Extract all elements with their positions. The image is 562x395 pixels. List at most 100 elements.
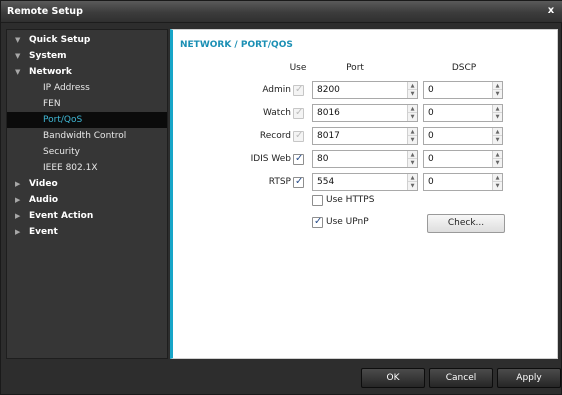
spin-down-icon[interactable]: ▼	[408, 90, 417, 98]
spin-buttons: ▲ ▼	[492, 82, 502, 98]
port-row-label: Admin	[262, 85, 291, 95]
sidebar-item-label: Bandwidth Control	[43, 131, 127, 141]
spin-up-icon[interactable]: ▲	[408, 151, 417, 159]
expanded-arrow-icon[interactable]: ▼	[15, 48, 20, 64]
sidebar-item-ip-address[interactable]: IP Address	[7, 80, 167, 96]
spin-down-icon[interactable]: ▼	[408, 182, 417, 190]
spin-buttons: ▲ ▼	[407, 174, 417, 190]
sidebar-item-fen[interactable]: FEN	[7, 96, 167, 112]
sidebar-item-system[interactable]: ▼ System	[7, 48, 167, 64]
sidebar-item-security[interactable]: Security	[7, 144, 167, 160]
sidebar-item-event[interactable]: ▶ Event	[7, 224, 167, 240]
dscp-value: 0	[428, 108, 434, 118]
spin-up-icon[interactable]: ▲	[408, 105, 417, 113]
spin-up-icon[interactable]: ▲	[493, 151, 502, 159]
port-row: Watch ✓ 8016 ▲ ▼ 0 ▲ ▼	[173, 104, 558, 123]
expanded-arrow-icon[interactable]: ▼	[15, 64, 20, 80]
title-bar: Remote Setup x	[1, 1, 562, 23]
page-title: NETWORK / PORT/QOS	[180, 40, 293, 50]
port-value: 554	[317, 177, 335, 187]
nav-tree: ▼ Quick Setup ▼ System ▼ Network IP Address FEN…	[7, 32, 167, 240]
spin-up-icon[interactable]: ▲	[493, 105, 502, 113]
cancel-button[interactable]: Cancel	[429, 368, 493, 388]
sidebar-item-event-action[interactable]: ▶ Event Action	[7, 208, 167, 224]
port-spinbox[interactable]: 80 ▲ ▼	[312, 150, 418, 168]
port-row-label: IDIS Web	[250, 154, 291, 164]
port-spinbox[interactable]: 8017 ▲ ▼	[312, 127, 418, 145]
spin-up-icon[interactable]: ▲	[408, 128, 417, 136]
collapsed-arrow-icon[interactable]: ▶	[15, 176, 20, 192]
spin-up-icon[interactable]: ▲	[493, 128, 502, 136]
dscp-spinbox[interactable]: 0 ▲ ▼	[423, 81, 503, 99]
spin-buttons: ▲ ▼	[407, 128, 417, 144]
collapsed-arrow-icon[interactable]: ▶	[15, 192, 20, 208]
dscp-value: 0	[428, 85, 434, 95]
use-upnp-option[interactable]: ✓ Use UPnP	[312, 216, 432, 230]
spin-buttons: ▲ ▼	[492, 105, 502, 121]
use-https-checkbox[interactable]	[312, 195, 323, 206]
spin-down-icon[interactable]: ▼	[408, 159, 417, 167]
sidebar-item-quick-setup[interactable]: ▼ Quick Setup	[7, 32, 167, 48]
port-row: Admin ✓ 8200 ▲ ▼ 0 ▲ ▼	[173, 81, 558, 100]
spin-down-icon[interactable]: ▼	[493, 136, 502, 144]
use-checkbox[interactable]: ✓	[293, 176, 304, 188]
sidebar-item-label: Port/QoS	[43, 115, 83, 125]
use-column-header: Use	[289, 63, 307, 73]
collapsed-arrow-icon[interactable]: ▶	[15, 208, 20, 224]
sidebar-item-ieee-802-1x[interactable]: IEEE 802.1X	[7, 160, 167, 176]
port-row-label: Record	[259, 131, 291, 141]
checkmark-icon: ✓	[295, 176, 304, 187]
port-spinbox[interactable]: 8200 ▲ ▼	[312, 81, 418, 99]
dscp-spinbox[interactable]: 0 ▲ ▼	[423, 104, 503, 122]
spin-up-icon[interactable]: ▲	[408, 174, 417, 182]
use-upnp-label: Use UPnP	[326, 217, 369, 227]
spin-down-icon[interactable]: ▼	[408, 113, 417, 121]
port-spinbox[interactable]: 554 ▲ ▼	[312, 173, 418, 191]
ok-button[interactable]: OK	[361, 368, 425, 388]
spin-up-icon[interactable]: ▲	[493, 82, 502, 90]
spin-up-icon[interactable]: ▲	[408, 82, 417, 90]
sidebar-item-audio[interactable]: ▶ Audio	[7, 192, 167, 208]
use-https-option[interactable]: Use HTTPS	[312, 194, 432, 208]
spin-up-icon[interactable]: ▲	[493, 174, 502, 182]
apply-button[interactable]: Apply	[497, 368, 561, 388]
dscp-value: 0	[428, 131, 434, 141]
sidebar-item-port-qos[interactable]: Port/QoS	[7, 112, 167, 128]
sidebar-item-label: FEN	[43, 99, 61, 109]
close-icon[interactable]: x	[545, 5, 557, 17]
port-column-header: Port	[346, 63, 364, 73]
collapsed-arrow-icon[interactable]: ▶	[15, 224, 20, 240]
sidebar-item-network[interactable]: ▼ Network	[7, 64, 167, 80]
sidebar-item-label: Audio	[29, 195, 59, 205]
port-row: Record ✓ 8017 ▲ ▼ 0 ▲ ▼	[173, 127, 558, 146]
dscp-spinbox[interactable]: 0 ▲ ▼	[423, 173, 503, 191]
use-upnp-checkbox[interactable]: ✓	[312, 216, 323, 228]
spin-buttons: ▲ ▼	[407, 105, 417, 121]
checkmark-icon: ✓	[295, 107, 304, 118]
settings-panel: NETWORK / PORT/QOS Use Port DSCP Admin ✓ 8…	[170, 29, 558, 359]
sidebar-item-label: Quick Setup	[29, 35, 91, 45]
spin-down-icon[interactable]: ▼	[408, 136, 417, 144]
sidebar-item-label: IEEE 802.1X	[43, 163, 98, 173]
dscp-spinbox[interactable]: 0 ▲ ▼	[423, 150, 503, 168]
sidebar-item-label: IP Address	[43, 83, 90, 93]
port-row-label: Watch	[262, 108, 291, 118]
spin-down-icon[interactable]: ▼	[493, 90, 502, 98]
check-button[interactable]: Check...	[427, 214, 505, 233]
port-spinbox[interactable]: 8016 ▲ ▼	[312, 104, 418, 122]
spin-down-icon[interactable]: ▼	[493, 159, 502, 167]
expanded-arrow-icon[interactable]: ▼	[15, 32, 20, 48]
spin-down-icon[interactable]: ▼	[493, 182, 502, 190]
dscp-column-header: DSCP	[451, 63, 477, 73]
spin-down-icon[interactable]: ▼	[493, 113, 502, 121]
sidebar-item-bandwidth-control[interactable]: Bandwidth Control	[7, 128, 167, 144]
dscp-spinbox[interactable]: 0 ▲ ▼	[423, 127, 503, 145]
spin-buttons: ▲ ▼	[492, 151, 502, 167]
use-checkbox: ✓	[293, 84, 304, 96]
use-checkbox: ✓	[293, 107, 304, 119]
checkmark-icon: ✓	[314, 216, 323, 227]
spin-buttons: ▲ ▼	[407, 151, 417, 167]
sidebar-item-label: Event Action	[29, 211, 94, 221]
use-checkbox[interactable]: ✓	[293, 153, 304, 165]
sidebar-item-video[interactable]: ▶ Video	[7, 176, 167, 192]
